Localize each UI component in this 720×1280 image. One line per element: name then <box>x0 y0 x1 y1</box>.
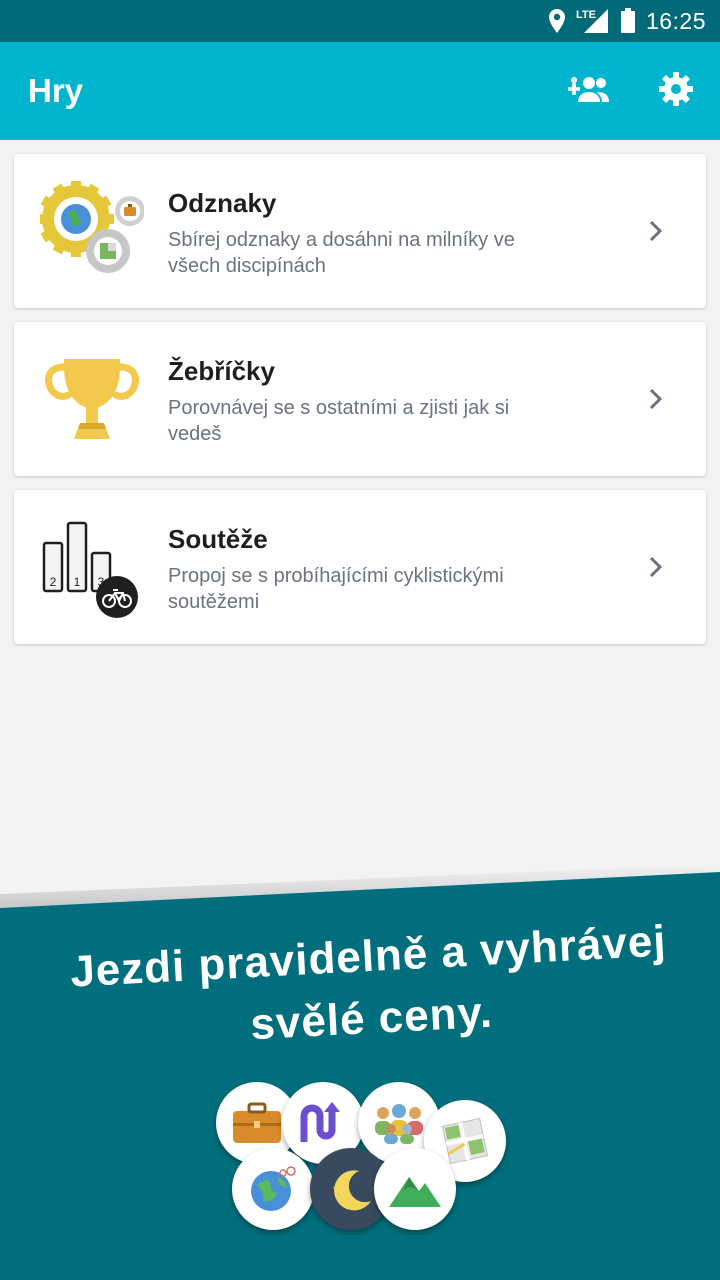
menu-item-subtitle: Porovnávej se s ostatními a zjisti jak s… <box>168 397 510 445</box>
menu-item-competitions[interactable]: 2 1 3 Soutěže Propoj se s probíhajícími … <box>14 490 706 644</box>
mountain-badge-icon <box>374 1148 456 1230</box>
gear-icon <box>658 71 694 112</box>
chevron-right-icon <box>649 388 663 410</box>
podium-label-2: 2 <box>50 575 57 589</box>
location-icon <box>548 8 566 34</box>
chevron-right-icon <box>649 220 663 242</box>
menu-item-badges[interactable]: Odznaky Sbírej odznaky a dosáhni na miln… <box>14 154 706 308</box>
add-person-icon <box>566 74 610 109</box>
add-friend-button[interactable] <box>564 67 612 115</box>
chevron-right-icon <box>649 556 663 578</box>
battery-icon <box>620 8 636 34</box>
app-bar: Hry <box>0 42 720 140</box>
trophy-icon <box>40 347 144 451</box>
promo-badges <box>0 860 720 1280</box>
games-menu: Odznaky Sbírej odznaky a dosáhni na miln… <box>14 154 706 658</box>
podium-icon: 2 1 3 <box>40 515 144 619</box>
podium-label-1: 1 <box>74 575 81 589</box>
promo-banner: Jezdi pravidelně a vyhrávej svělé ceny. <box>0 860 720 1280</box>
menu-item-leaderboards[interactable]: Žebříčky Porovnávej se s ostatními a zji… <box>14 322 706 476</box>
globe-badge-icon <box>232 1148 314 1230</box>
menu-item-title: Odznaky <box>168 188 277 218</box>
menu-item-subtitle: Propoj se s probíhajícími cyklistickými … <box>168 565 504 613</box>
status-bar: LTE 16:25 <box>0 0 720 42</box>
badges-gears-icon <box>38 179 145 283</box>
clock: 16:25 <box>645 7 706 34</box>
menu-item-subtitle: Sbírej odznaky a dosáhni na milníky ve v… <box>168 229 515 277</box>
page-title: Hry <box>28 72 84 109</box>
settings-button[interactable] <box>652 67 700 115</box>
menu-item-title: Soutěže <box>168 524 268 554</box>
network-label: LTE <box>576 9 596 21</box>
app-bar-actions <box>564 42 700 140</box>
signal-icon: LTE <box>576 7 610 35</box>
menu-item-title: Žebříčky <box>168 356 275 386</box>
